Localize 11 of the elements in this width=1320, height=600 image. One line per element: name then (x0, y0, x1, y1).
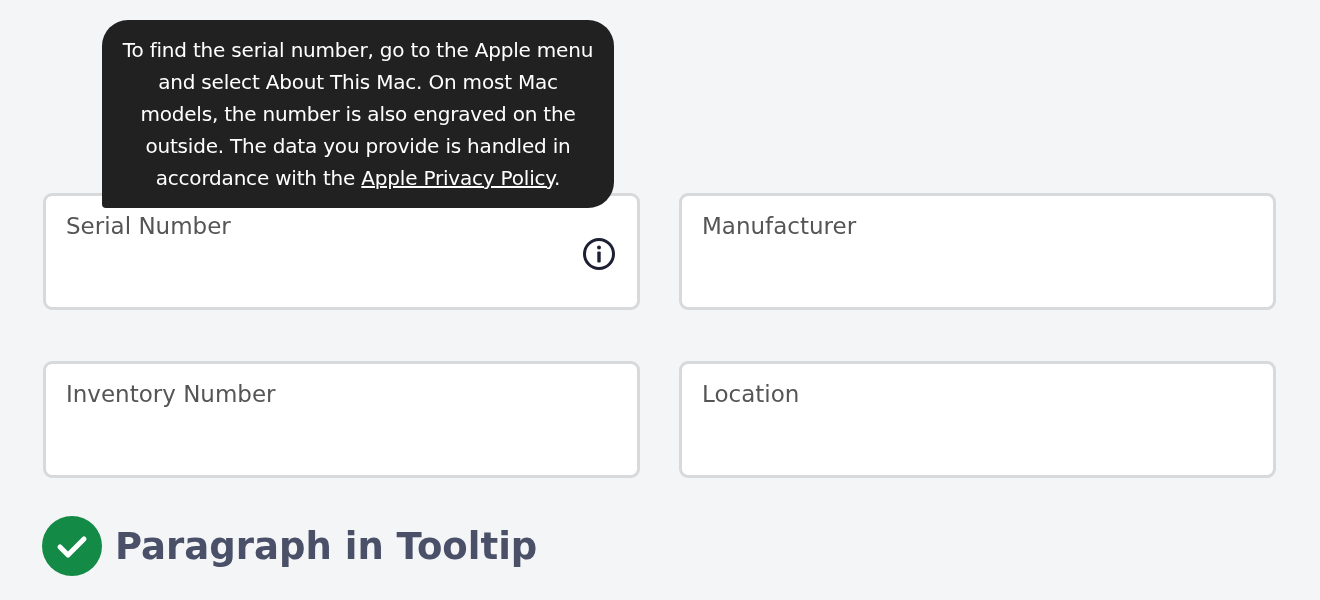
info-icon[interactable] (582, 237, 616, 271)
field-label: Location (702, 381, 800, 407)
input-field[interactable]: Location (679, 361, 1276, 478)
field-label: Manufacturer (702, 213, 857, 239)
input-field[interactable]: Manufacturer (679, 193, 1276, 310)
section-heading: Paragraph in Tooltip (115, 524, 538, 568)
input-field[interactable]: Inventory Number (43, 361, 640, 478)
privacy-link[interactable]: Apple Privacy Policy (361, 166, 555, 190)
field-label: Serial Number (66, 213, 231, 239)
tooltip-text: To find the serial number, go to the Apple menu and select About This Mac. On most Mac models, the number is also engraved on the outside. The data you provide is handled in accordance with the Apple Privacy Policy. (121, 37, 595, 192)
field-label: Inventory Number (66, 381, 276, 407)
